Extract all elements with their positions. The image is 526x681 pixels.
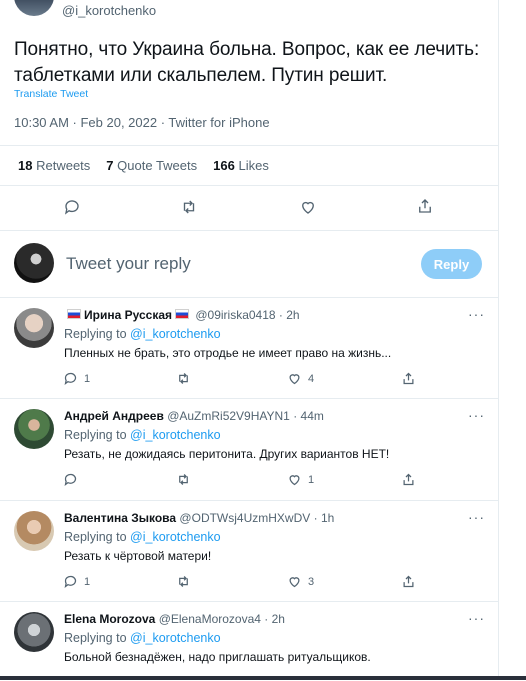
tweet-thread: @i_korotchenko Понятно, что Украина боль…	[0, 0, 498, 680]
russia-flag-icon	[67, 309, 81, 319]
likes-stat[interactable]: 166 Likes	[213, 158, 269, 173]
reply-composer: Tweet your reply Reply	[0, 232, 498, 296]
reply-text: Больной безнадёжен, надо приглашать риту…	[64, 650, 371, 664]
share-icon[interactable]	[401, 472, 416, 487]
more-options-icon[interactable]: ···	[468, 509, 485, 525]
timestamp[interactable]: · 2h	[279, 308, 300, 322]
user-handle[interactable]: @09iriska0418	[195, 308, 275, 322]
divider	[0, 185, 498, 186]
replying-to-link[interactable]: @i_korotchenko	[130, 428, 221, 442]
tweet-actions	[0, 191, 498, 225]
share-icon[interactable]	[401, 574, 416, 589]
more-options-icon[interactable]: ···	[468, 610, 485, 626]
divider	[0, 230, 498, 231]
retweet-icon[interactable]	[176, 371, 197, 386]
share-icon[interactable]	[401, 371, 416, 386]
divider	[0, 145, 498, 146]
retweet-icon[interactable]	[180, 198, 198, 216]
share-icon[interactable]	[416, 197, 434, 215]
replying-to-link[interactable]: @i_korotchenko	[130, 631, 221, 645]
russia-flag-icon	[175, 309, 189, 319]
replying-to-link[interactable]: @i_korotchenko	[130, 327, 221, 341]
reply-actions: 1 4	[0, 371, 498, 387]
avatar[interactable]	[14, 308, 54, 348]
user-handle[interactable]: @ElenaMorozova4	[159, 612, 261, 626]
more-options-icon[interactable]: ···	[468, 407, 485, 423]
reply-button[interactable]: Reply	[421, 249, 482, 279]
retweet-icon[interactable]	[176, 472, 197, 487]
reply-item[interactable]: Elena Morozova @ElenaMorozova4 · 2h ··· …	[0, 601, 498, 681]
retweet-icon[interactable]	[176, 574, 197, 589]
display-name[interactable]: Ирина Русская	[84, 308, 172, 322]
author-avatar[interactable]	[14, 0, 54, 16]
reply-actions: 1 3	[0, 574, 498, 590]
display-name[interactable]: Валентина Зыкова	[64, 511, 176, 525]
like-icon[interactable]: 4	[287, 371, 314, 386]
tweet-meta: 10:30 AM · Feb 20, 2022 · Twitter for iP…	[14, 115, 270, 130]
tweet-text: Понятно, что Украина больна. Вопрос, как…	[14, 39, 480, 86]
display-name[interactable]: Андрей Андреев	[64, 409, 164, 423]
quote-tweets-stat[interactable]: 7 Quote Tweets	[106, 158, 197, 173]
author-handle[interactable]: @i_korotchenko	[62, 3, 156, 18]
reply-actions: 1	[0, 472, 498, 488]
timestamp[interactable]: · 2h	[264, 612, 285, 626]
replying-to-link[interactable]: @i_korotchenko	[130, 530, 221, 544]
reply-icon[interactable]	[63, 198, 81, 216]
avatar[interactable]	[14, 612, 54, 652]
more-options-icon[interactable]: ···	[468, 306, 485, 322]
timestamp[interactable]: · 1h	[314, 511, 335, 525]
side-panel-edge	[498, 0, 526, 680]
reply-item[interactable]: Валентина Зыкова @ODTWsj4UzmHXwDV · 1h ·…	[0, 500, 498, 601]
reply-icon[interactable]	[63, 472, 84, 487]
display-name[interactable]: Elena Morozova	[64, 612, 155, 626]
reply-text: Резать, не дожидаясь перитонита. Других …	[64, 447, 390, 461]
avatar[interactable]	[14, 409, 54, 449]
reply-input[interactable]: Tweet your reply	[66, 254, 191, 274]
reply-icon[interactable]: 1	[63, 371, 90, 386]
bottom-bar	[0, 676, 526, 680]
translate-tweet-link[interactable]: Translate Tweet	[14, 88, 88, 100]
like-icon[interactable]: 1	[287, 472, 314, 487]
reply-text: Пленных не брать, это отродье не имеет п…	[64, 346, 392, 360]
retweets-stat[interactable]: 18 Retweets	[18, 158, 90, 173]
user-handle[interactable]: @AuZmRi52V9HAYN1	[167, 409, 290, 423]
tweet-stats: 18 Retweets 7 Quote Tweets 166 Likes	[18, 158, 269, 173]
user-handle[interactable]: @ODTWsj4UzmHXwDV	[179, 511, 310, 525]
timestamp[interactable]: · 44m	[293, 409, 324, 423]
like-icon[interactable]	[299, 198, 317, 216]
avatar[interactable]	[14, 511, 54, 551]
reply-text: Резать к чёртовой матери!	[64, 549, 212, 563]
reply-item[interactable]: Ирина Русская @09iriska0418 · 2h ··· Rep…	[0, 297, 498, 398]
reply-item[interactable]: Андрей Андреев @AuZmRi52V9HAYN1 · 44m ··…	[0, 398, 498, 499]
current-user-avatar[interactable]	[14, 243, 54, 283]
reply-icon[interactable]: 1	[63, 574, 90, 589]
like-icon[interactable]: 3	[287, 574, 314, 589]
